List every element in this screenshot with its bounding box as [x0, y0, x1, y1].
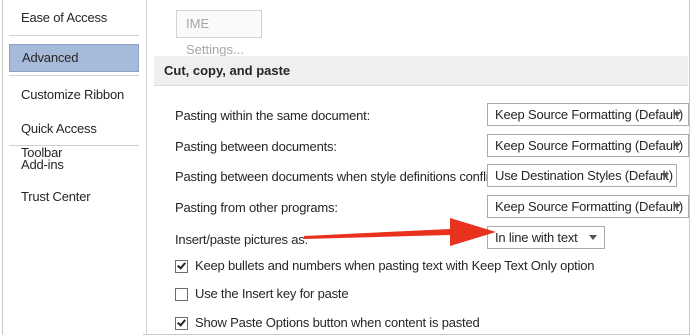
chevron-down-icon — [589, 235, 597, 240]
nav-divider — [9, 75, 139, 76]
nav-item-quick-access-toolbar[interactable]: Quick Access Toolbar — [9, 117, 139, 160]
dropdown-insert-pictures[interactable]: In line with text — [487, 226, 605, 249]
dropdown-between-documents[interactable]: Keep Source Formatting (Default) — [487, 134, 689, 157]
option-label-insert-pictures: Insert/paste pictures as: — [175, 232, 309, 247]
checkmark-icon — [177, 317, 186, 327]
option-label-style-conflict: Pasting between documents when style def… — [175, 169, 502, 184]
options-nav: Ease of Access Advanced Customize Ribbon… — [3, 0, 143, 335]
dropdown-value: Keep Source Formatting (Default) — [495, 199, 683, 214]
nav-item-advanced[interactable]: Advanced — [9, 44, 139, 72]
checkmark-icon — [177, 260, 186, 270]
chevron-down-icon — [673, 143, 681, 148]
nav-item-trust-center[interactable]: Trust Center — [9, 185, 139, 209]
option-label-between-documents: Pasting between documents: — [175, 139, 337, 154]
checkbox-show-paste-options[interactable] — [175, 317, 188, 330]
dropdown-other-programs[interactable]: Keep Source Formatting (Default) — [487, 195, 689, 218]
checkbox-label-keep-bullets: Keep bullets and numbers when pasting te… — [195, 258, 595, 273]
checkbox-keep-bullets[interactable] — [175, 260, 188, 273]
nav-item-customize-ribbon[interactable]: Customize Ribbon — [9, 83, 139, 107]
checkbox-label-use-insert-key: Use the Insert key for paste — [195, 286, 349, 301]
dropdown-value: In line with text — [495, 230, 578, 245]
nav-item-add-ins[interactable]: Add-ins — [9, 153, 139, 177]
dropdown-value: Use Destination Styles (Default) — [495, 168, 673, 183]
option-label-within-document: Pasting within the same document: — [175, 108, 371, 123]
nav-divider — [9, 35, 139, 36]
section-header-cut-copy-paste: Cut, copy, and paste — [154, 56, 688, 86]
chevron-down-icon — [661, 173, 669, 178]
nav-divider — [9, 145, 139, 146]
ime-settings-button[interactable]: IME Settings... — [176, 10, 262, 57]
annotation-arrow-icon — [304, 218, 496, 246]
nav-item-ease-of-access[interactable]: Ease of Access — [9, 6, 139, 30]
chevron-down-icon — [673, 112, 681, 117]
checkbox-use-insert-key[interactable] — [175, 288, 188, 301]
chevron-down-icon — [673, 204, 681, 209]
dropdown-value: Keep Source Formatting (Default) — [495, 138, 683, 153]
dropdown-style-conflict[interactable]: Use Destination Styles (Default) — [487, 164, 677, 187]
nav-content-divider — [146, 0, 147, 335]
dropdown-value: Keep Source Formatting (Default) — [495, 107, 683, 122]
checkbox-label-show-paste-options: Show Paste Options button when content i… — [195, 315, 480, 330]
dropdown-within-document[interactable]: Keep Source Formatting (Default) — [487, 103, 689, 126]
